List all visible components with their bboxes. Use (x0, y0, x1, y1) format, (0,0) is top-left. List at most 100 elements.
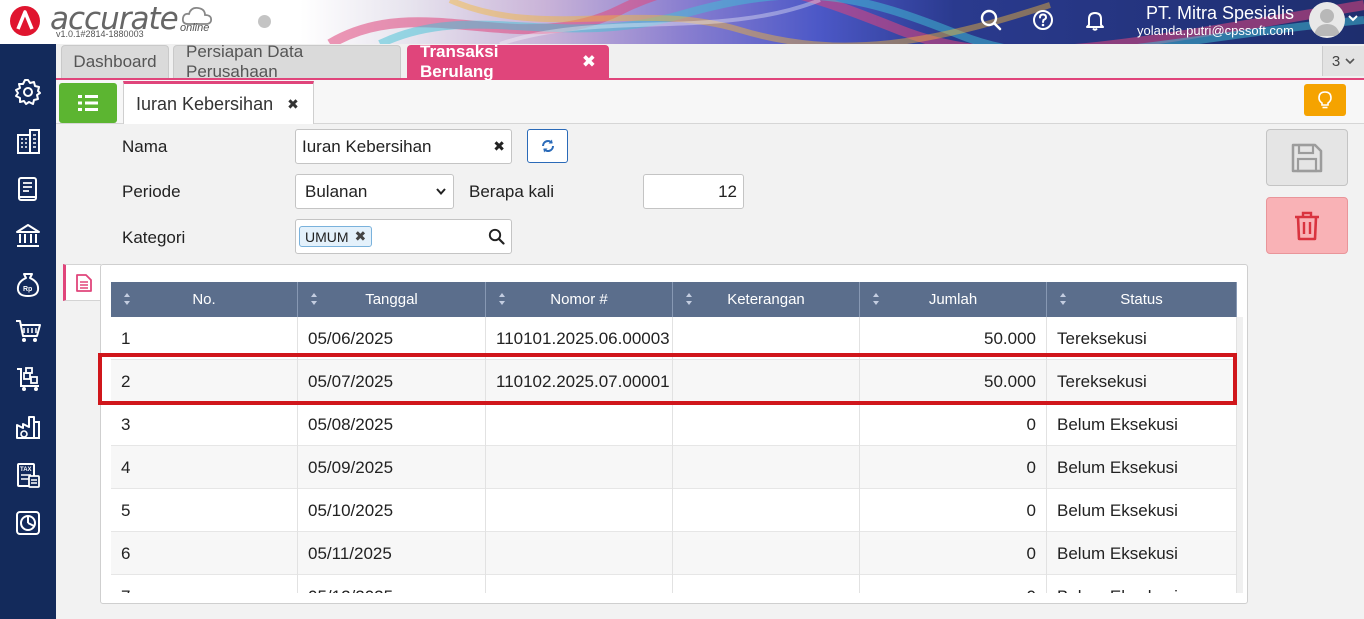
trash-icon (1295, 211, 1319, 240)
list-view-button[interactable] (59, 83, 117, 123)
table-cell-col-keterangan (673, 575, 860, 593)
lightbulb-icon (1318, 91, 1332, 109)
table-cell-col-no: 1 (111, 317, 298, 360)
table-cell-col-tanggal: 05/11/2025 (298, 532, 486, 575)
table-row[interactable]: 5 05/10/2025 0 Belum Eksekusi (111, 489, 1237, 532)
search-icon[interactable] (488, 228, 505, 245)
document-icon (75, 273, 92, 292)
close-icon[interactable]: ✖ (582, 52, 596, 72)
table-cell-col-jumlah: 0 (860, 532, 1047, 575)
table-cell-col-keterangan (673, 317, 860, 360)
kategori-label: Kategori (122, 228, 186, 247)
scrollbar[interactable] (1237, 317, 1243, 593)
svg-text:TAX: TAX (20, 467, 32, 473)
chevron-down-icon[interactable] (1347, 12, 1359, 27)
column-header-col-nomor[interactable]: Nomor # (486, 282, 673, 317)
table-cell-col-status: Belum Eksekusi (1047, 403, 1237, 446)
table-cell-col-no: 4 (111, 446, 298, 489)
table-cell-col-jumlah: 0 (860, 403, 1047, 446)
tab-count-value: 3 (1331, 52, 1341, 70)
save-button[interactable] (1266, 129, 1348, 186)
table-cell-col-jumlah: 50.000 (860, 360, 1047, 403)
column-header-col-jumlah[interactable]: Jumlah (860, 282, 1047, 317)
delete-button[interactable] (1266, 197, 1348, 254)
remove-chip-icon[interactable]: ✖ (355, 228, 367, 245)
tab-persiapan-data-perusahaan[interactable]: Persiapan Data Perusahaan (173, 42, 401, 81)
table-cell-col-keterangan (673, 489, 860, 532)
table-row[interactable]: 2 05/07/2025 110102.2025.07.00001 50.000 Ter… (111, 360, 1237, 403)
column-header-label: No. (192, 291, 216, 308)
bank-icon[interactable] (12, 220, 44, 252)
column-header-label: Jumlah (928, 291, 978, 308)
nama-field[interactable]: Iuran Kebersihan ✖ (295, 129, 512, 164)
column-header-col-keterangan[interactable]: Keterangan (673, 282, 860, 317)
ledger-book-icon[interactable] (12, 173, 44, 205)
gear-icon[interactable] (12, 76, 44, 108)
tab-count-dropdown[interactable]: 3 (1322, 46, 1364, 76)
grid-header: No. Tanggal Nomor # Keterangan Jumlah Status (111, 282, 1237, 317)
sort-icon (311, 293, 317, 305)
kategori-chip[interactable]: UMUM ✖ (299, 226, 373, 247)
clear-icon[interactable]: ✖ (493, 138, 505, 155)
table-cell-col-tanggal: 05/09/2025 (298, 446, 486, 489)
tips-button[interactable] (1304, 84, 1346, 116)
avatar[interactable] (1309, 2, 1345, 38)
table-row[interactable]: 3 05/08/2025 0 Belum Eksekusi (111, 403, 1237, 446)
table-cell-col-jumlah: 0 (860, 446, 1047, 489)
bell-icon[interactable] (1082, 7, 1108, 33)
table-row[interactable]: 1 05/06/2025 110101.2025.06.00003 50.000 Ter… (111, 317, 1237, 360)
table-cell-col-tanggal: 05/08/2025 (298, 403, 486, 446)
berapa-kali-field[interactable]: 12 (643, 174, 744, 209)
doc-tab-label: Iuran Kebersihan (136, 93, 274, 114)
table-cell-col-status: Belum Eksekusi (1047, 489, 1237, 532)
money-bag-icon[interactable]: Rp (12, 268, 44, 300)
tab-dashboard[interactable]: Dashboard (61, 45, 169, 78)
close-icon[interactable]: ✖ (287, 96, 299, 113)
warehouse-cart-icon[interactable] (12, 363, 44, 395)
tax-report-icon[interactable]: TAX (12, 459, 44, 491)
column-header-col-status[interactable]: Status (1047, 282, 1237, 317)
table-cell-col-no: 6 (111, 532, 298, 575)
recurring-transaction-grid: No. Tanggal Nomor # Keterangan Jumlah Status … (100, 264, 1248, 604)
company-name: PT. Mitra Spesialis (1145, 3, 1294, 23)
periode-select[interactable]: Bulanan (295, 174, 454, 209)
table-cell-col-no: 2 (111, 360, 298, 403)
column-header-label: Keterangan (727, 291, 805, 308)
factory-icon[interactable] (12, 411, 44, 443)
table-row[interactable]: 4 05/09/2025 0 Belum Eksekusi (111, 446, 1237, 489)
sidebar: Rp TAX (0, 44, 56, 619)
table-cell-col-no: 5 (111, 489, 298, 532)
column-header-col-tanggal[interactable]: Tanggal (298, 282, 486, 317)
pie-chart-icon[interactable] (12, 507, 44, 539)
table-cell-col-jumlah: 0 (860, 489, 1047, 532)
grid-body[interactable]: 1 05/06/2025 110101.2025.06.00003 50.000 Ter… (111, 317, 1237, 593)
svg-text:Rp: Rp (23, 286, 32, 293)
refresh-icon (541, 139, 554, 153)
table-cell-col-nomor (486, 403, 673, 446)
refresh-button[interactable] (527, 129, 568, 163)
table-cell-col-tanggal: 05/10/2025 (298, 489, 486, 532)
help-icon[interactable] (1030, 7, 1056, 33)
column-header-col-no[interactable]: No. (111, 282, 298, 317)
grid-detail-tab[interactable] (63, 264, 101, 301)
tab-iuran-kebersihan[interactable]: Iuran Kebersihan ✖ (123, 81, 314, 124)
tab-transaksi-berulang[interactable]: Transaksi Berulang ✖ (407, 42, 609, 81)
sort-icon (686, 293, 692, 305)
table-row[interactable]: 705/12/2025 0Belum Eksekusi (111, 575, 1237, 593)
nama-value: Iuran Kebersihan (302, 136, 432, 156)
kategori-chip-label: UMUM (305, 228, 349, 245)
kategori-field[interactable]: UMUM ✖ (295, 219, 512, 254)
building-icon[interactable] (12, 125, 44, 157)
table-cell-col-no: 3 (111, 403, 298, 446)
table-cell-col-status: Belum Eksekusi (1047, 446, 1237, 489)
nama-label: Nama (122, 137, 168, 156)
periode-value: Bulanan (305, 181, 368, 201)
table-cell-col-keterangan (673, 532, 860, 575)
chevron-down-icon (436, 188, 446, 196)
company-info[interactable]: PT. Mitra Spesialis yolanda.putri@cpssof… (1137, 3, 1294, 39)
table-cell-col-nomor (486, 446, 673, 489)
document-tab-bar: Iuran Kebersihan ✖ (56, 80, 1364, 124)
cart-icon[interactable] (12, 315, 44, 347)
table-row[interactable]: 6 05/11/2025 0 Belum Eksekusi (111, 532, 1237, 575)
search-icon[interactable] (978, 7, 1004, 33)
